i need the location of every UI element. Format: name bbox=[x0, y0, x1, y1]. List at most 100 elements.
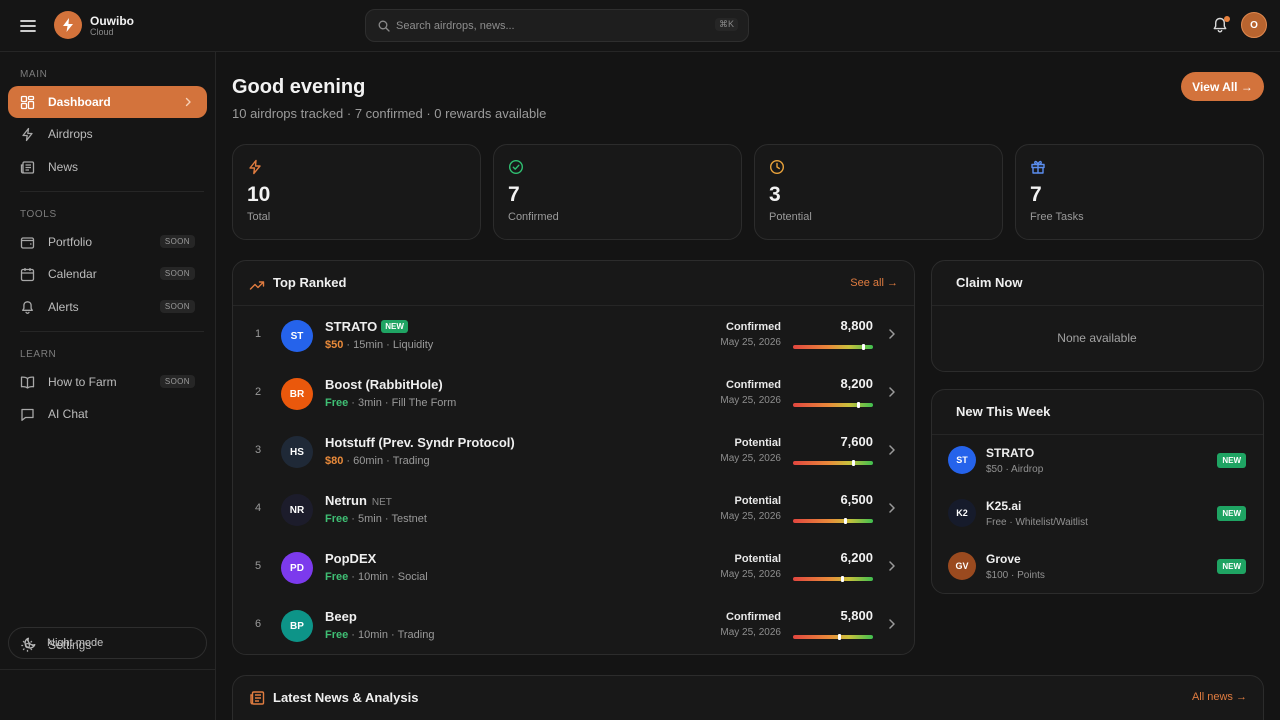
score-value: 5,800 bbox=[840, 608, 873, 623]
project-meta: Free · 5min · Testnet bbox=[325, 513, 427, 525]
chevron-right-icon[interactable] bbox=[888, 502, 896, 514]
time-estimate: 3min bbox=[358, 397, 382, 409]
chevron-right-icon[interactable] bbox=[888, 618, 896, 630]
page-title: Good evening bbox=[232, 76, 366, 98]
menu-icon[interactable] bbox=[18, 16, 38, 36]
project-name: Hotstuff (Prev. Syndr Protocol) bbox=[325, 435, 515, 450]
score-marker bbox=[843, 518, 847, 524]
score-value: 6,200 bbox=[840, 550, 873, 565]
date-label: May 25, 2026 bbox=[720, 453, 781, 464]
project-name-text: Netrun bbox=[325, 493, 367, 508]
score-marker bbox=[857, 402, 861, 408]
project-name: STRATO NEW bbox=[325, 319, 408, 334]
brand-subtitle: Cloud bbox=[90, 27, 114, 37]
sidebar-item-label: Portfolio bbox=[48, 235, 93, 249]
score-value: 8,800 bbox=[840, 318, 873, 333]
sidebar-item-calendar[interactable]: Calendar SOON bbox=[8, 258, 207, 290]
ranked-row[interactable]: 4 NR Netrun NET Free · 5min · Testnet Potenti… bbox=[233, 480, 915, 538]
score-bar bbox=[793, 576, 873, 582]
reward-value: $80 bbox=[325, 455, 344, 467]
stat-card-total: 10 Total bbox=[232, 144, 481, 240]
sidebar-divider bbox=[20, 191, 204, 192]
logo-icon[interactable] bbox=[54, 11, 82, 39]
panel-title: Claim Now bbox=[956, 275, 1023, 290]
chevron-right-icon[interactable] bbox=[888, 386, 896, 398]
score-marker bbox=[861, 344, 865, 350]
score-bar bbox=[793, 344, 873, 350]
sidebar-item-dashboard[interactable]: Dashboard bbox=[8, 86, 207, 118]
chevron-right-icon[interactable] bbox=[888, 444, 896, 456]
score-marker bbox=[852, 460, 856, 466]
project-name-text: STRATO bbox=[325, 319, 378, 334]
date-label: May 25, 2026 bbox=[720, 569, 781, 580]
user-avatar[interactable]: O bbox=[1241, 12, 1267, 38]
night-mode-label: Night mode bbox=[47, 637, 104, 649]
time-estimate: 10min bbox=[358, 571, 388, 583]
reward-value: Free bbox=[325, 629, 349, 641]
soon-badge: SOON bbox=[159, 375, 195, 388]
score-value: 6,500 bbox=[840, 492, 873, 507]
new-badge: NEW bbox=[381, 320, 408, 333]
sidebar-item-portfolio[interactable]: Portfolio SOON bbox=[8, 226, 207, 258]
grid-icon bbox=[20, 95, 35, 110]
rank-number: 4 bbox=[255, 502, 262, 514]
new-badge: NEW bbox=[1217, 559, 1246, 574]
status-label: Potential bbox=[734, 553, 781, 565]
ranked-row[interactable]: 1 ST STRATO NEW $50 · 15min · Liquidity Confi… bbox=[233, 306, 915, 364]
category-label: Testnet bbox=[391, 513, 427, 525]
lightning-icon bbox=[20, 127, 35, 142]
sidebar-item-alerts[interactable]: Alerts SOON bbox=[8, 291, 207, 323]
section-learn-heading: LEARN bbox=[20, 349, 57, 360]
ranked-row[interactable]: 6 BP Beep Free · 10min · Trading Confirmed Ma… bbox=[233, 596, 915, 654]
stat-value: 7 bbox=[508, 183, 520, 206]
claim-now-panel: Claim Now None available bbox=[931, 260, 1264, 372]
all-news-link[interactable]: All news → bbox=[1192, 691, 1247, 703]
rank-number: 1 bbox=[255, 328, 262, 340]
project-avatar: GV bbox=[948, 552, 976, 580]
brand-name: Ouwibo bbox=[90, 14, 134, 28]
new-this-week-item[interactable]: K2 K25.ai Free · Whitelist/Waitlist NEW bbox=[932, 487, 1262, 540]
soon-badge: SOON bbox=[159, 300, 195, 313]
date-label: May 25, 2026 bbox=[720, 395, 781, 406]
new-this-week-item[interactable]: GV Grove $100 · Points NEW bbox=[932, 540, 1262, 593]
night-mode-toggle[interactable]: Night mode bbox=[8, 627, 207, 659]
lightning-icon bbox=[247, 159, 263, 175]
panel-title: Latest News & Analysis bbox=[273, 690, 419, 705]
book-icon bbox=[20, 375, 35, 390]
section-tools-heading: TOOLS bbox=[20, 209, 57, 220]
status-label: Potential bbox=[734, 495, 781, 507]
reward-value: Free bbox=[325, 513, 349, 525]
ranked-row[interactable]: 3 HS Hotstuff (Prev. Syndr Protocol) $80 · … bbox=[233, 422, 915, 480]
new-this-week-item[interactable]: ST STRATO $50 · Airdrop NEW bbox=[932, 434, 1262, 487]
latest-news-panel: Latest News & Analysis All news → bbox=[232, 675, 1264, 720]
category-label: Trading bbox=[392, 455, 430, 467]
ranked-row[interactable]: 2 BR Boost (RabbitHole) Free · 3min · Fill … bbox=[233, 364, 915, 422]
new-badge: NEW bbox=[1217, 453, 1246, 468]
project-name-text: Boost (RabbitHole) bbox=[325, 377, 443, 392]
empty-state: None available bbox=[1057, 331, 1137, 345]
project-avatar: NR bbox=[281, 494, 313, 526]
stat-value: 3 bbox=[769, 183, 781, 206]
time-estimate: 15min bbox=[353, 339, 384, 351]
panel-title: Top Ranked bbox=[273, 275, 347, 290]
search-input[interactable] bbox=[396, 16, 696, 36]
sidebar-item-news[interactable]: News bbox=[8, 151, 207, 183]
category-label: Social bbox=[397, 571, 428, 583]
project-meta: $80 · 60min · Trading bbox=[325, 455, 430, 467]
chevron-right-icon[interactable] bbox=[888, 328, 896, 340]
section-main-heading: MAIN bbox=[20, 69, 48, 80]
sidebar-item-airdrops[interactable]: Airdrops bbox=[8, 118, 207, 150]
sidebar-divider bbox=[0, 669, 215, 670]
newspaper-icon bbox=[20, 160, 35, 175]
view-all-button[interactable]: View All → bbox=[1181, 72, 1264, 101]
stat-card-confirmed: 7 Confirmed bbox=[493, 144, 742, 240]
chevron-right-icon[interactable] bbox=[888, 560, 896, 572]
search-bar[interactable]: ⌘K bbox=[365, 9, 749, 42]
see-all-link[interactable]: See all → bbox=[850, 277, 898, 289]
sidebar-item-ai-chat[interactable]: AI Chat bbox=[8, 398, 207, 430]
sidebar-item-how-to-farm[interactable]: How to Farm SOON bbox=[8, 366, 207, 398]
project-avatar: ST bbox=[948, 446, 976, 474]
project-meta: Free · Whitelist/Waitlist bbox=[986, 517, 1088, 528]
project-meta: Free · 10min · Social bbox=[325, 571, 428, 583]
ranked-row[interactable]: 5 PD PopDEX Free · 10min · Social Potential M… bbox=[233, 538, 915, 596]
